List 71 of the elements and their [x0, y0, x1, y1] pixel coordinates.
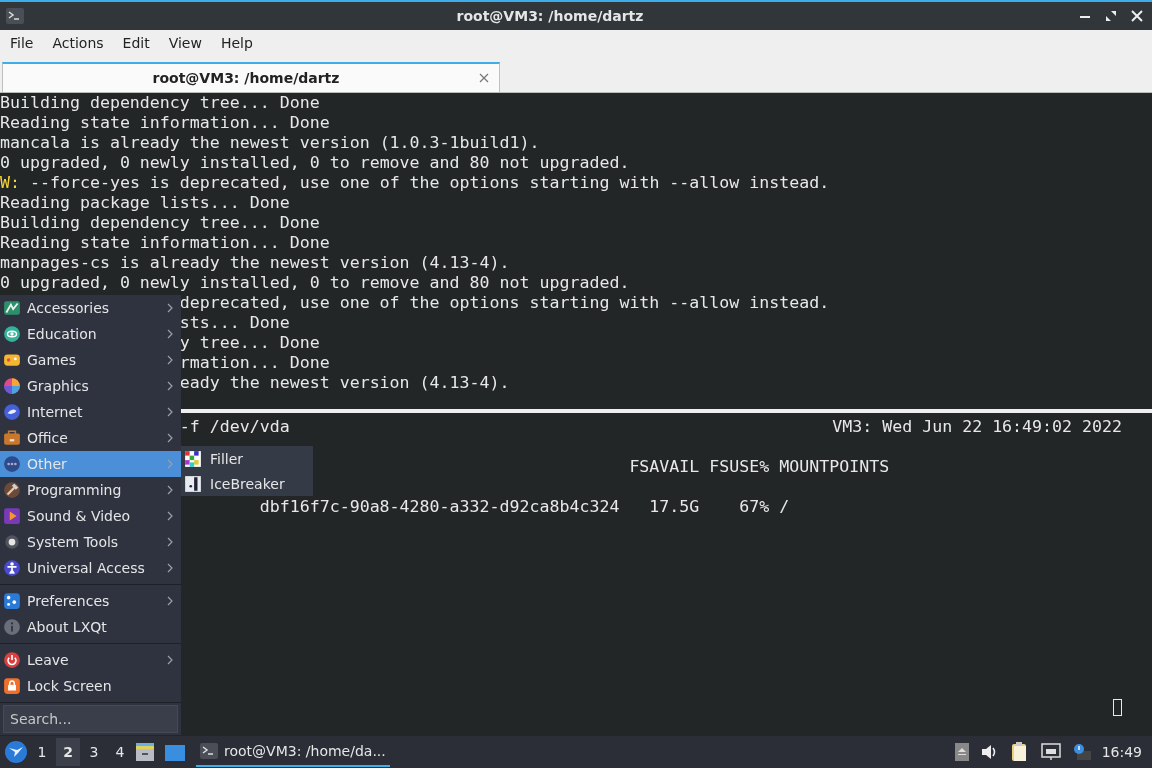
dots-icon: [3, 455, 21, 473]
terminal-line: manpages-cs is already the newest version (4.13-4).: [0, 253, 510, 273]
desktop-switch[interactable]: 3: [82, 738, 106, 766]
terminal-tab[interactable]: root@VM3: /home/dartz: [2, 62, 500, 92]
terminal-line: y tree... Done: [179, 333, 320, 352]
submenu-entry[interactable]: Filler: [181, 446, 313, 471]
person-icon: [3, 559, 21, 577]
clipboard-icon[interactable]: [1010, 742, 1029, 762]
terminal-line: eady the newest version (4.13-4).: [179, 373, 510, 392]
terminal-line: Reading package lists... Done: [0, 193, 290, 213]
terminal-cursor: [1113, 699, 1122, 716]
menu-entry[interactable]: Games: [0, 347, 181, 373]
terminal-line: dbf16f7c-90a8-4280-a332-d92ca8b4c324 17.5G 67% /: [259, 497, 790, 516]
preferences-icon: [3, 592, 21, 610]
terminal-line: Reading state information... Done: [0, 113, 330, 133]
terminal-line: W: --force-yes is deprecated, use one of the options starting with --allow instead.: [0, 173, 830, 193]
terminal-icon: [6, 8, 24, 24]
power-icon: [3, 651, 21, 669]
notification-icon[interactable]: [1072, 743, 1091, 761]
menu-entry[interactable]: Education: [0, 321, 181, 347]
menu-entry[interactable]: Accessories: [0, 295, 181, 321]
menu-entry[interactable]: Programming: [0, 477, 181, 503]
terminal-line: 0 upgraded, 0 newly installed, 0 to remove and 80 not upgraded.: [0, 273, 630, 293]
menu-entry[interactable]: Office: [0, 425, 181, 451]
terminal-line: Reading state information... Done: [0, 233, 330, 253]
clock[interactable]: 16:49: [1101, 744, 1142, 760]
search-field[interactable]: Search...: [3, 705, 178, 733]
terminal-line: deprecated, use one of the options starting with --allow instead.: [179, 293, 830, 312]
file-cabinet-icon[interactable]: [134, 741, 156, 763]
lock-icon: [3, 677, 21, 695]
terminal-status: VM3: Wed Jun 22 16:49:02 2022: [832, 417, 1122, 437]
window-title: root@VM3: /home/dartz: [455, 8, 645, 24]
briefcase-icon: [3, 429, 21, 447]
terminal-line: -f /dev/vda: [179, 417, 290, 437]
menu-entry[interactable]: Universal Access: [0, 555, 181, 581]
maximize-icon[interactable]: [1105, 10, 1117, 22]
menu-entry[interactable]: Graphics: [0, 373, 181, 399]
gear-icon: [3, 533, 21, 551]
eject-icon[interactable]: [954, 743, 969, 761]
terminal-line: mancala is already the newest version (1.0.3-1build1).: [0, 133, 540, 153]
terminal-line: Building dependency tree... Done: [0, 213, 320, 233]
terminal-line: rmation... Done: [179, 353, 330, 372]
palette-icon: [3, 377, 21, 395]
menu-entry[interactable]: Sound & Video: [0, 503, 181, 529]
globe-icon: [3, 403, 21, 421]
terminal-line: 0 upgraded, 0 newly installed, 0 to remove and 80 not upgraded.: [0, 153, 630, 173]
terminal-line: Building dependency tree... Done: [0, 93, 320, 113]
hammer-icon: [3, 481, 21, 499]
menu-entry[interactable]: Leave: [0, 647, 181, 673]
terminal-icon: [200, 743, 218, 759]
menu-entry[interactable]: System Tools: [0, 529, 181, 555]
menu-item[interactable]: File: [2, 33, 42, 53]
terminal-line: sts... Done: [179, 313, 290, 332]
info-icon: [3, 618, 21, 636]
menu-entry[interactable]: Preferences: [0, 588, 181, 614]
gamepad-icon: [3, 351, 21, 369]
media-icon: [3, 507, 21, 525]
menu-item[interactable]: Actions: [44, 33, 112, 53]
menu-entry[interactable]: Lock Screen: [0, 673, 181, 699]
menu-item[interactable]: Edit: [114, 33, 158, 53]
desktop-switch[interactable]: 4: [108, 738, 132, 766]
desktop-switch[interactable]: 2: [56, 738, 80, 766]
menu-item[interactable]: View: [160, 33, 210, 53]
submenu-entry[interactable]: IceBreaker: [181, 471, 313, 496]
taskbar-task[interactable]: root@VM3: /home/da...: [196, 737, 390, 767]
terminal-line: FSAVAIL FSUSE% MOUNTPOINTS: [629, 457, 890, 476]
menu-entry[interactable]: Internet: [0, 399, 181, 425]
desktop-switch[interactable]: 1: [30, 738, 54, 766]
checkered-icon: [184, 449, 202, 468]
menu-entry[interactable]: About LXQt: [0, 614, 181, 640]
menu-item[interactable]: Help: [212, 33, 261, 53]
